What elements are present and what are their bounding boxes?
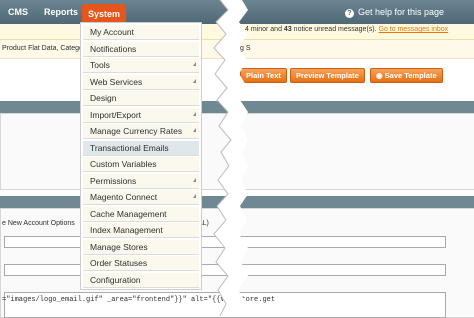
template-select-label: e New Account Options	[2, 220, 75, 227]
menu-item-label: Transactional Emails	[90, 142, 169, 153]
system-messages-text: 4 minor and 43 notice unread message(s).…	[245, 26, 449, 33]
menu-item-label: Index Management	[90, 225, 163, 235]
menu-item-permissions[interactable]: Permissions	[83, 173, 199, 189]
menu-item-label: Custom Variables	[90, 159, 157, 169]
menu-item-label: Manage Stores	[90, 241, 148, 252]
menu-item-web-services[interactable]: Web Services	[83, 74, 199, 90]
menu-item-label: Magento Connect	[90, 192, 158, 202]
help-label: Get help for this page	[357, 7, 444, 17]
menu-item-custom-variables[interactable]: Custom Variables	[83, 157, 199, 172]
menu-item-my-account[interactable]: My Account	[83, 25, 199, 40]
menu-item-import-export[interactable]: Import/Export	[83, 107, 199, 123]
menu-item-label: Import/Export	[90, 109, 142, 120]
menu-item-label: Manage Currency Rates	[90, 126, 183, 136]
menu-item-label: Order Statuses	[90, 258, 148, 268]
save-icon: ◉	[376, 71, 385, 80]
menu-item-notifications[interactable]: Notifications	[83, 41, 199, 57]
help-link[interactable]: ? Get help for this page	[344, 0, 444, 24]
menu-item-label: Notifications	[90, 43, 137, 54]
menu-item-manage-currency-rates[interactable]: Manage Currency Rates	[83, 124, 199, 139]
submenu-arrow-icon	[193, 62, 196, 66]
torn-edge-decoration	[213, 0, 248, 316]
menu-item-label: Permissions	[90, 175, 137, 186]
index-notice-left: Product Flat Data, Catego	[2, 45, 83, 52]
menu-item-design[interactable]: Design	[83, 91, 199, 106]
menu-item-index-management[interactable]: Index Management	[83, 223, 199, 238]
nav-system[interactable]: System	[82, 4, 127, 24]
menu-item-manage-stores[interactable]: Manage Stores	[83, 239, 199, 255]
menu-item-order-statuses[interactable]: Order Statuses	[83, 256, 199, 271]
submenu-arrow-icon	[193, 177, 196, 182]
preview-template-button[interactable]: Preview Template	[290, 68, 365, 83]
nav-reports[interactable]: Reports	[44, 0, 78, 24]
menu-item-label: Design	[90, 93, 117, 103]
nav-cms[interactable]: CMS	[8, 0, 28, 24]
system-dropdown-menu: My Account Notifications Tools Web Services…	[80, 22, 202, 290]
menu-item-label: Configuration	[90, 274, 141, 285]
submenu-arrow-icon	[193, 111, 196, 116]
menu-item-label: Cache Management	[90, 208, 167, 219]
menu-item-configuration[interactable]: Configuration	[83, 272, 199, 288]
submenu-arrow-icon	[193, 78, 196, 83]
messages-inbox-link[interactable]: Go to messages inbox	[379, 26, 449, 33]
submenu-arrow-icon	[193, 194, 196, 198]
menu-item-tools[interactable]: Tools	[83, 58, 199, 73]
save-template-button[interactable]: ◉ Save Template	[370, 68, 443, 83]
submenu-arrow-icon	[193, 128, 196, 132]
menu-item-transactional-emails[interactable]: Transactional Emails	[83, 140, 199, 156]
menu-item-label: Web Services	[90, 76, 143, 87]
menu-item-label: Tools	[90, 60, 110, 70]
help-icon: ?	[344, 9, 354, 18]
menu-item-label: My Account	[90, 27, 134, 37]
menu-item-magento-connect[interactable]: Magento Connect	[83, 190, 199, 205]
menu-item-cache-management[interactable]: Cache Management	[83, 206, 199, 222]
